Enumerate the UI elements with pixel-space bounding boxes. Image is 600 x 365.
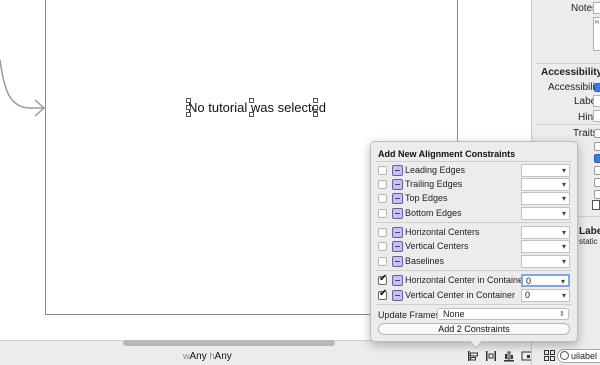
baselines-checkbox[interactable]	[378, 257, 387, 266]
constraint-row-trailing-edges: Trailing Edges	[376, 178, 572, 192]
constraint-row-horizontal-center-in-container: Horizontal Center in Container 0	[376, 273, 572, 288]
vertical-centers-label: Vertical Centers	[405, 241, 469, 251]
resize-handle[interactable]	[186, 98, 191, 103]
popover-divider	[376, 161, 572, 162]
bottom-edges-value[interactable]	[521, 207, 570, 220]
baselines-label: Baselines	[405, 256, 445, 266]
popover-divider	[376, 222, 572, 223]
constraint-row-baselines: Baselines	[376, 255, 572, 269]
vertical-center-in-container-label: Vertical Center in Container	[405, 290, 516, 300]
popover-divider	[376, 270, 572, 271]
update-frames-label: Update Frames	[378, 310, 441, 320]
popover-title: Add New Alignment Constraints	[378, 149, 516, 159]
constraint-row-vertical-centers: Vertical Centers	[376, 240, 572, 254]
trait-checkbox[interactable]	[594, 166, 600, 175]
top-edges-value[interactable]	[521, 192, 570, 205]
trait-checkbox[interactable]	[594, 190, 600, 199]
library-item-title: Label	[579, 226, 600, 237]
constraint-row-horizontal-centers: Horizontal Centers	[376, 226, 572, 240]
top-edges-label: Top Edges	[405, 193, 448, 203]
resize-handle[interactable]	[249, 112, 254, 117]
notes-text-area[interactable]: ᵐ	[593, 17, 600, 51]
accessibility-enabled-label: Accessibility	[548, 82, 600, 93]
horizontal-centers-label: Horizontal Centers	[405, 227, 480, 237]
vertical-centers-checkbox[interactable]	[378, 242, 387, 251]
trailing-edges-checkbox[interactable]	[378, 180, 387, 189]
bottom-edges-label: Bottom Edges	[405, 208, 462, 218]
pin-icon[interactable]	[483, 349, 499, 362]
file-template-icon[interactable]	[592, 200, 600, 210]
constraint-row-leading-edges: Leading Edges	[376, 164, 572, 178]
horizontal-center-in-container-icon	[392, 275, 403, 286]
leading-edges-value[interactable]	[521, 164, 570, 177]
vertical-center-in-container-value[interactable]: 0	[521, 289, 570, 302]
grid-view-icon[interactable]	[541, 349, 557, 362]
resize-handle[interactable]	[313, 112, 318, 117]
accessibility-header: Accessibility	[541, 67, 600, 78]
horizontal-scrollbar[interactable]	[123, 340, 335, 346]
height-value: Any	[214, 351, 232, 362]
leading-edges-checkbox[interactable]	[378, 166, 387, 175]
size-class-control[interactable]: wAny hAny	[183, 351, 232, 362]
vertical-centers-icon	[392, 241, 403, 252]
trait-checkbox[interactable]	[594, 178, 600, 187]
constraint-row-top-edges: Top Edges	[376, 192, 572, 206]
resolve-icon[interactable]	[501, 349, 517, 362]
horizontal-centers-value[interactable]	[521, 226, 570, 239]
horizontal-center-in-container-label: Horizontal Center in Container	[405, 275, 527, 285]
add-constraints-button[interactable]: Add 2 Constraints	[378, 323, 570, 335]
baselines-value[interactable]	[521, 255, 570, 268]
resize-handle[interactable]	[186, 112, 191, 117]
resize-handle[interactable]	[313, 105, 318, 110]
top-edges-icon	[392, 193, 403, 204]
popover-arrow-icon	[469, 340, 483, 349]
align-icon[interactable]	[465, 349, 481, 362]
library-search-value: uilabel	[571, 351, 598, 361]
baselines-icon	[392, 256, 403, 267]
leading-edges-icon	[392, 165, 403, 176]
notes-field-char: ᵐ	[595, 20, 600, 27]
label-text: No tutorial was selected	[188, 100, 327, 115]
trait-checkbox[interactable]	[594, 142, 600, 151]
trait-checkbox[interactable]	[594, 154, 600, 163]
horizontal-center-in-container-value[interactable]: 0	[521, 274, 570, 287]
segue-arrow-icon	[0, 60, 46, 117]
notes-field[interactable]	[593, 2, 600, 14]
accessibility-hint-field[interactable]	[593, 110, 600, 122]
bottom-edges-checkbox[interactable]	[378, 209, 387, 218]
horizontal-centers-checkbox[interactable]	[378, 228, 387, 237]
leading-edges-label: Leading Edges	[405, 165, 466, 175]
top-edges-checkbox[interactable]	[378, 194, 387, 203]
accessibility-label-field[interactable]	[593, 95, 600, 107]
search-icon	[560, 351, 569, 360]
accessibility-enabled-checkbox[interactable]	[594, 83, 600, 92]
constraint-row-vertical-center-in-container: Vertical Center in Container 0	[376, 288, 572, 303]
vertical-centers-value[interactable]	[521, 240, 570, 253]
width-value: Any	[189, 351, 207, 362]
vertical-center-in-container-icon	[392, 290, 403, 301]
resize-handle[interactable]	[249, 98, 254, 103]
vertical-center-in-container-checkbox[interactable]	[378, 288, 387, 300]
constraint-row-bottom-edges: Bottom Edges	[376, 207, 572, 221]
resize-handle[interactable]	[313, 98, 318, 103]
inspector-divider	[536, 124, 600, 125]
trailing-edges-icon	[392, 179, 403, 190]
bottom-edges-icon	[392, 208, 403, 219]
popover-divider	[376, 304, 572, 305]
inspector-divider	[536, 63, 600, 64]
trailing-edges-value[interactable]	[521, 178, 570, 191]
resize-handle[interactable]	[186, 105, 191, 110]
trait-checkbox[interactable]	[594, 129, 600, 138]
update-frames-select[interactable]: None	[437, 308, 569, 320]
trailing-edges-label: Trailing Edges	[405, 179, 463, 189]
horizontal-center-in-container-checkbox[interactable]	[378, 273, 387, 285]
library-item-subtitle: static t	[579, 237, 600, 246]
horizontal-centers-icon	[392, 227, 403, 238]
